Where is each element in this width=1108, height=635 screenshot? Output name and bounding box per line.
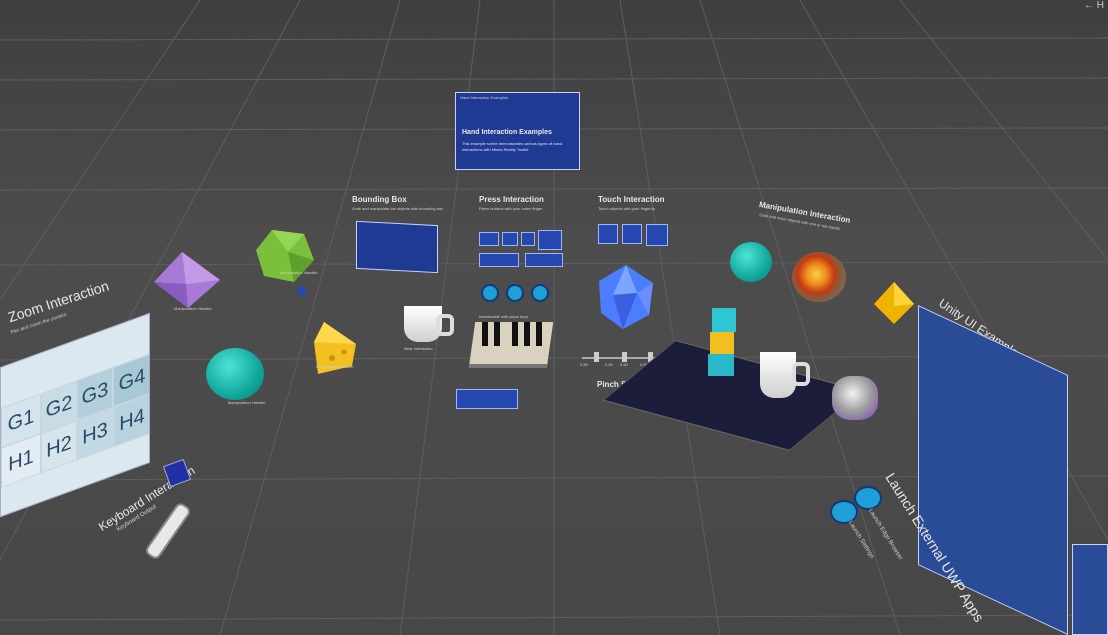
purple-octahedron[interactable] <box>152 252 222 308</box>
press-interaction-title: Press Interaction <box>479 195 544 204</box>
scene-viewport[interactable]: ← H Hand Interaction Examples Hand Inter… <box>0 0 1108 635</box>
teal-object-label: Manipulation Handler <box>228 400 266 405</box>
piano-black-key-3[interactable] <box>512 322 518 346</box>
cube-bottom[interactable] <box>708 354 734 376</box>
pinch-slider-value-3: 0.50 <box>620 362 628 367</box>
press-button-5[interactable] <box>479 253 519 267</box>
touch-button-2[interactable] <box>622 224 642 244</box>
touch-button-1[interactable] <box>598 224 618 244</box>
main-panel-header: Hand Interaction Examples <box>460 95 509 100</box>
main-panel-title: Hand Interaction Examples <box>462 129 552 136</box>
small-blue-cube[interactable] <box>298 287 306 295</box>
cube-top[interactable] <box>712 308 736 332</box>
press-wide-button[interactable] <box>456 389 518 409</box>
touch-interaction-title: Touch Interaction <box>598 195 665 204</box>
main-panel-body: This example scene demonstrates various … <box>462 141 563 152</box>
cube-stack[interactable] <box>708 308 738 378</box>
corner-label: ← H <box>1084 0 1104 11</box>
touch-button-3[interactable] <box>646 224 668 246</box>
piano-label: Interactable with piano keys <box>479 314 529 319</box>
launch-settings-button[interactable] <box>830 500 858 524</box>
pinch-slider-value-2: 0.50 <box>605 362 613 367</box>
bounding-box-panel[interactable] <box>356 220 438 274</box>
purple-object-label: Manipulation Handler <box>174 306 212 311</box>
press-interaction-desc: Press buttons with your index finger <box>479 206 543 211</box>
press-button-4[interactable] <box>538 230 562 250</box>
green-object-label: Manipulation Handler <box>280 270 318 275</box>
coffee-cup-1-handle <box>436 314 454 336</box>
unity-ui-panel-edge <box>1072 544 1108 635</box>
press-button-1[interactable] <box>479 232 499 246</box>
green-polyhedron[interactable] <box>254 228 316 284</box>
bounding-box-title: Bounding Box <box>352 195 407 204</box>
coffee-cup-2-handle <box>792 362 810 386</box>
press-button-3[interactable] <box>521 232 535 246</box>
main-info-panel: Hand Interaction Examples Hand Interacti… <box>455 92 580 170</box>
manip-gold-octahedron[interactable] <box>872 282 916 324</box>
earth-core-sphere[interactable] <box>792 252 846 302</box>
round-button-3[interactable] <box>531 284 549 302</box>
cup-object-label: Near Interaction <box>404 346 433 351</box>
piano-black-key-5[interactable] <box>536 322 542 346</box>
press-button-2[interactable] <box>502 232 518 246</box>
touch-icosahedron[interactable] <box>595 263 657 331</box>
touch-interaction-desc: Touch objects with your fingertip <box>598 206 655 211</box>
cheese-object-label: Manipulation Handler <box>316 364 354 369</box>
piano-black-key-1[interactable] <box>482 322 488 346</box>
coffee-cup-2[interactable] <box>760 352 796 398</box>
pinch-slider-thumb-1[interactable] <box>594 352 599 362</box>
piano-black-key-4[interactable] <box>524 322 530 346</box>
bounding-box-desc: Grab and manipulate the objects with bou… <box>352 206 444 211</box>
round-button-1[interactable] <box>481 284 499 302</box>
piano-black-key-2[interactable] <box>494 322 500 346</box>
pinch-slider-thumb-2[interactable] <box>622 352 627 362</box>
cube-middle[interactable] <box>710 332 734 354</box>
lunar-lander[interactable] <box>832 376 878 420</box>
pinch-slider-value-1: 0.50 <box>580 362 588 367</box>
round-button-2[interactable] <box>506 284 524 302</box>
launch-edge-button[interactable] <box>854 486 882 510</box>
manip-teal-sphere[interactable] <box>730 242 772 282</box>
press-button-6[interactable] <box>525 253 563 267</box>
teal-sphere[interactable] <box>206 348 264 400</box>
